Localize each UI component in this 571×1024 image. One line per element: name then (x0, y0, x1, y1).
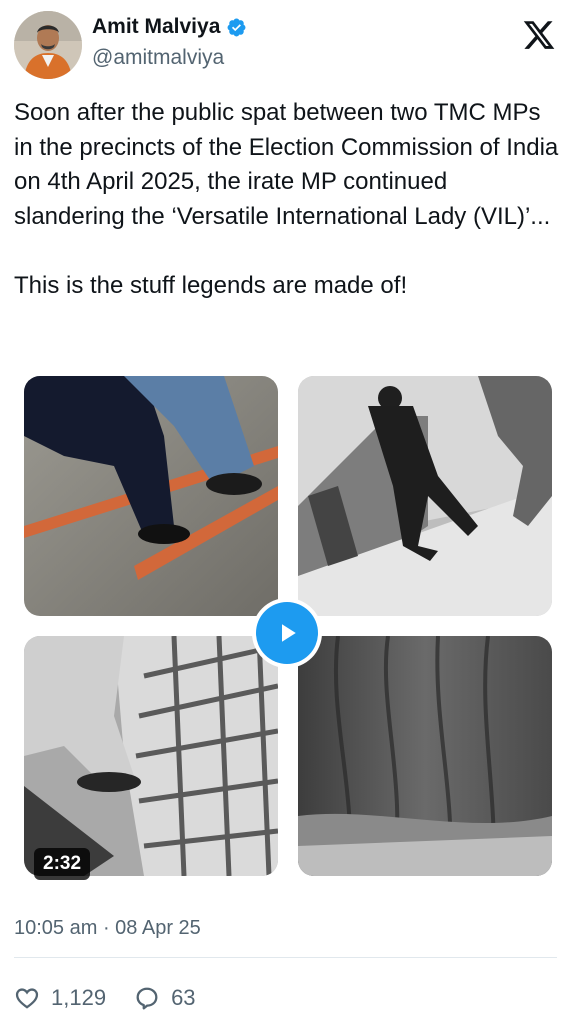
avatar[interactable] (14, 11, 82, 79)
video-frame-4[interactable] (298, 636, 552, 876)
reply-bubble-icon (136, 987, 158, 1010)
play-icon (256, 602, 318, 664)
like-count: 1,129 (51, 985, 107, 1010)
video-duration-badge: 2:32 (34, 848, 91, 880)
verified-badge-icon (226, 17, 247, 38)
video-media-grid[interactable]: 2:32 (24, 376, 552, 880)
engagement-bar: 1,129 63 (14, 982, 196, 1014)
tweet-paragraph: This is the stuff legends are made of! (14, 271, 408, 299)
divider (14, 957, 557, 958)
tweet-paragraph: Soon after the public spat between two T… (14, 99, 559, 230)
reply-button[interactable]: 63 (134, 985, 196, 1011)
author-handle[interactable]: @amitmalviya (92, 44, 224, 72)
reply-count: 63 (171, 985, 196, 1010)
video-frame-2[interactable] (298, 376, 552, 616)
x-logo-icon[interactable] (522, 18, 556, 52)
heart-icon (15, 988, 39, 1009)
author-name-row: Amit Malviya (92, 14, 247, 40)
author-name[interactable]: Amit Malviya (92, 14, 220, 40)
tweet-timestamp[interactable]: 10:05 am · 08 Apr 25 (14, 914, 201, 942)
tweet-text: Soon after the public spat between two T… (14, 96, 562, 304)
video-frame-3[interactable] (24, 636, 278, 876)
video-frame-1[interactable] (24, 376, 278, 616)
play-button[interactable] (252, 598, 322, 668)
like-button[interactable]: 1,129 (14, 985, 106, 1011)
avatar-image (14, 11, 82, 79)
